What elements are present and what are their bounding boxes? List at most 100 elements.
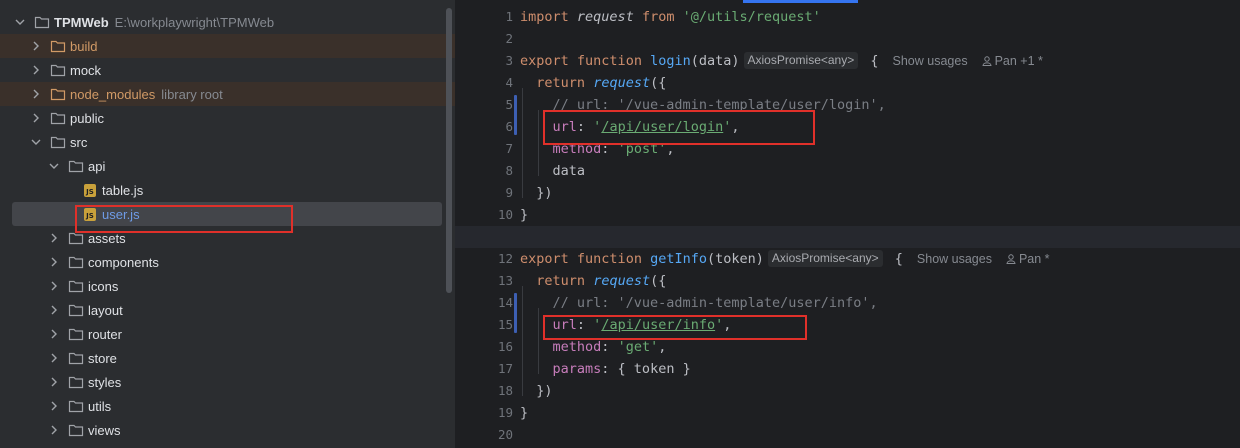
tree-item-layout[interactable]: layout xyxy=(0,298,455,322)
folder-icon xyxy=(68,278,84,294)
chevron-down-icon[interactable] xyxy=(12,17,28,27)
chevron-right-icon[interactable] xyxy=(46,329,62,339)
property-key: params xyxy=(552,361,602,377)
line-number[interactable]: 15 xyxy=(483,314,513,336)
tree-item-store[interactable]: store xyxy=(0,346,455,370)
code-line-14[interactable]: // url: '/vue-admin-template/user/info', xyxy=(520,292,878,314)
keyword: from xyxy=(641,9,675,25)
tree-item-label: styles xyxy=(88,374,122,390)
params: (token) xyxy=(707,251,764,267)
code-area[interactable]: import request from '@/utils/request' ex… xyxy=(455,0,1240,448)
identifier: request xyxy=(576,9,634,25)
chevron-down-icon[interactable] xyxy=(28,137,44,147)
keyword: import xyxy=(520,9,569,25)
line-number[interactable]: 7 xyxy=(483,138,513,160)
code-line-9[interactable]: }) xyxy=(520,182,553,204)
show-usages-link[interactable]: Show usages xyxy=(893,54,968,68)
chevron-right-icon[interactable] xyxy=(46,305,62,315)
brace: } xyxy=(520,207,529,223)
tree-item-utils[interactable]: utils xyxy=(0,394,455,418)
line-number[interactable]: 18 xyxy=(483,380,513,402)
function-call: request xyxy=(593,273,651,289)
chevron-right-icon[interactable] xyxy=(28,89,44,99)
line-number[interactable]: 3 xyxy=(483,50,513,72)
tree-scrollbar[interactable] xyxy=(446,8,452,293)
code-line-3[interactable]: export function login(data) AxiosPromise<… xyxy=(520,50,1043,72)
code-line-1[interactable]: import request from '@/utils/request' xyxy=(520,6,821,28)
chevron-right-icon[interactable] xyxy=(28,65,44,75)
code-line-19[interactable]: } xyxy=(520,402,528,424)
change-marker[interactable] xyxy=(514,293,517,333)
tree-item-node-modules[interactable]: node_modules library root xyxy=(0,82,455,106)
tree-root-project[interactable]: TPMWeb E:\workplaywright\TPMWeb xyxy=(0,10,455,34)
line-number[interactable]: 20 xyxy=(483,424,513,446)
type-hint: AxiosPromise<any> xyxy=(767,250,883,267)
line-number[interactable]: 4 xyxy=(483,72,513,94)
code-line-10[interactable]: } xyxy=(520,204,528,226)
project-name: TPMWeb xyxy=(54,14,109,30)
chevron-right-icon[interactable] xyxy=(46,425,62,435)
chevron-right-icon[interactable] xyxy=(46,233,62,243)
chevron-right-icon[interactable] xyxy=(28,113,44,123)
line-number[interactable]: 10 xyxy=(483,204,513,226)
line-number[interactable]: 2 xyxy=(483,28,513,50)
tree-item-build[interactable]: build xyxy=(0,34,455,58)
tree-item-api[interactable]: api xyxy=(0,154,455,178)
current-line-highlight xyxy=(455,226,1240,248)
tree-item-icons[interactable]: icons xyxy=(0,274,455,298)
code-line-17[interactable]: params: { token } xyxy=(520,358,691,380)
chevron-right-icon[interactable] xyxy=(46,281,62,291)
line-number[interactable]: 9 xyxy=(483,182,513,204)
chevron-right-icon[interactable] xyxy=(46,377,62,387)
line-number[interactable]: 1 xyxy=(483,6,513,28)
tree-item-mock[interactable]: mock xyxy=(0,58,455,82)
keyword: function xyxy=(576,251,642,267)
line-number[interactable]: 16 xyxy=(483,336,513,358)
line-number[interactable]: 14 xyxy=(483,292,513,314)
code-line-18[interactable]: }) xyxy=(520,380,552,402)
author-inlay[interactable]: Pan * xyxy=(1006,252,1050,266)
colon: : xyxy=(601,339,618,355)
js-file-icon: JS xyxy=(82,182,98,198)
code-editor[interactable]: 1234567891011121314151617181920 import r… xyxy=(455,0,1240,448)
tree-item-router[interactable]: router xyxy=(0,322,455,346)
tree-item-styles[interactable]: styles xyxy=(0,370,455,394)
chevron-right-icon[interactable] xyxy=(46,257,62,267)
tree-item-views[interactable]: views xyxy=(0,418,455,442)
chevron-down-icon[interactable] xyxy=(46,161,62,171)
tree-item-label: icons xyxy=(88,278,119,294)
line-number[interactable]: 6 xyxy=(483,116,513,138)
tree-item-label: src xyxy=(70,134,88,150)
tree-item-src[interactable]: src xyxy=(0,130,455,154)
tree-item-public[interactable]: public xyxy=(0,106,455,130)
tree-item-components[interactable]: components xyxy=(0,250,455,274)
comma: , xyxy=(658,339,667,355)
show-usages-link[interactable]: Show usages xyxy=(917,252,992,266)
brace: } xyxy=(520,405,529,421)
change-marker[interactable] xyxy=(514,95,517,135)
tree-item-table-js[interactable]: JS table.js xyxy=(0,178,455,202)
line-number[interactable]: 17 xyxy=(483,358,513,380)
folder-icon xyxy=(50,62,66,78)
user-icon xyxy=(982,56,992,66)
folder-icon xyxy=(68,326,84,342)
code-line-4[interactable]: return request({ xyxy=(520,72,666,94)
line-number[interactable]: 8 xyxy=(483,160,513,182)
property-key: method xyxy=(552,339,602,355)
code-line-12[interactable]: export function getInfo(token) AxiosPromi… xyxy=(520,248,1050,270)
brace: { xyxy=(894,251,903,267)
chevron-right-icon[interactable] xyxy=(46,353,62,363)
brace: }) xyxy=(536,185,553,201)
folder-icon xyxy=(68,398,84,414)
chevron-right-icon[interactable] xyxy=(46,401,62,411)
folder-icon xyxy=(50,110,66,126)
line-number[interactable]: 13 xyxy=(483,270,513,292)
line-number[interactable]: 19 xyxy=(483,402,513,424)
code-line-13[interactable]: return request({ xyxy=(520,270,666,292)
chevron-right-icon[interactable] xyxy=(28,41,44,51)
line-number[interactable]: 12 xyxy=(483,248,513,270)
author-inlay[interactable]: Pan +1 * xyxy=(982,54,1043,68)
code-line-8[interactable]: data xyxy=(520,160,586,182)
tree-item-label: utils xyxy=(88,398,112,414)
line-number[interactable]: 5 xyxy=(483,94,513,116)
